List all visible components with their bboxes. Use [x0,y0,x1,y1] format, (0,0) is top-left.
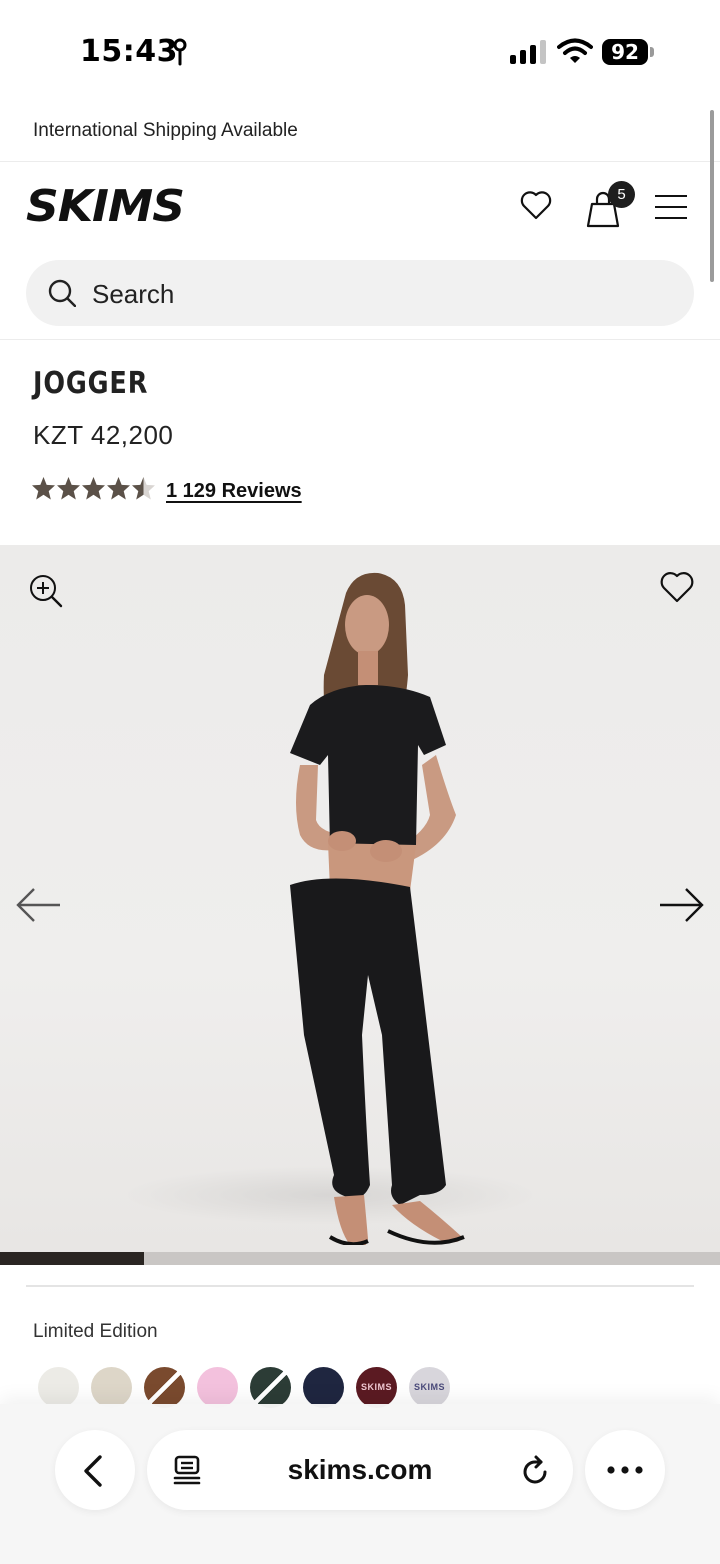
heart-icon[interactable] [660,571,694,603]
color-swatch[interactable] [144,1367,185,1408]
reviews-link[interactable]: 1 129 Reviews [166,480,302,503]
svg-text:SKIMS: SKIMS [26,183,184,227]
scrollbar[interactable] [710,110,714,282]
back-button[interactable] [55,1430,135,1510]
cart-count-badge: 5 [608,181,635,208]
divider [26,1285,694,1287]
model-figure [290,572,465,1245]
heart-icon[interactable] [520,190,552,220]
color-swatch[interactable] [303,1367,344,1408]
star-icon [32,477,55,500]
color-swatch[interactable]: SKIMS [356,1367,397,1408]
star-icon [132,477,155,500]
arrow-right-icon[interactable] [658,887,704,923]
location-icon [173,38,187,66]
color-swatch[interactable] [197,1367,238,1408]
status-bar: 15:43 92 [0,0,720,100]
menu-icon[interactable] [655,194,687,220]
url-text: skims.com [287,1454,433,1485]
color-swatches: SKIMS SKIMS [38,1367,450,1408]
color-swatch[interactable]: SKIMS [409,1367,450,1408]
more-icon [607,1466,643,1474]
star-icon [107,477,130,500]
rating-stars [31,476,156,501]
swatch-logo-text: SKIMS [413,1382,445,1392]
swatch-logo-text: SKIMS [360,1382,392,1392]
browser-toolbar: skims.com [0,1404,720,1564]
zoom-in-icon[interactable] [29,574,63,608]
battery-cap [650,47,654,57]
limited-edition-label: Limited Edition [33,1321,158,1342]
search-icon [48,279,76,307]
reload-icon[interactable] [521,1454,551,1486]
arrow-left-icon[interactable] [16,887,62,923]
gallery-progress [0,1252,720,1265]
search-input[interactable]: Search [26,260,694,326]
color-swatch[interactable] [38,1367,79,1408]
product-title: JOGGER [33,366,149,401]
shipping-text: International Shipping Available [33,120,298,141]
status-time: 15:43 [80,34,178,69]
chevron-left-icon [84,1455,102,1487]
color-swatch[interactable] [91,1367,132,1408]
signal-icon [510,40,546,64]
address-bar[interactable]: skims.com [147,1430,573,1510]
battery-icon: 92 [602,39,648,65]
star-icon [82,477,105,500]
search-placeholder: Search [92,279,175,309]
more-button[interactable] [585,1430,665,1510]
product-image[interactable] [0,545,720,1252]
product-price: KZT 42,200 [33,420,174,450]
skims-logo[interactable]: SKIMS [26,183,186,227]
wifi-icon [557,38,593,63]
gallery-progress-fill [0,1252,144,1265]
star-icon [57,477,80,500]
shipping-banner[interactable]: International Shipping Available [0,100,720,162]
color-swatch[interactable] [250,1367,291,1408]
divider [0,339,720,340]
